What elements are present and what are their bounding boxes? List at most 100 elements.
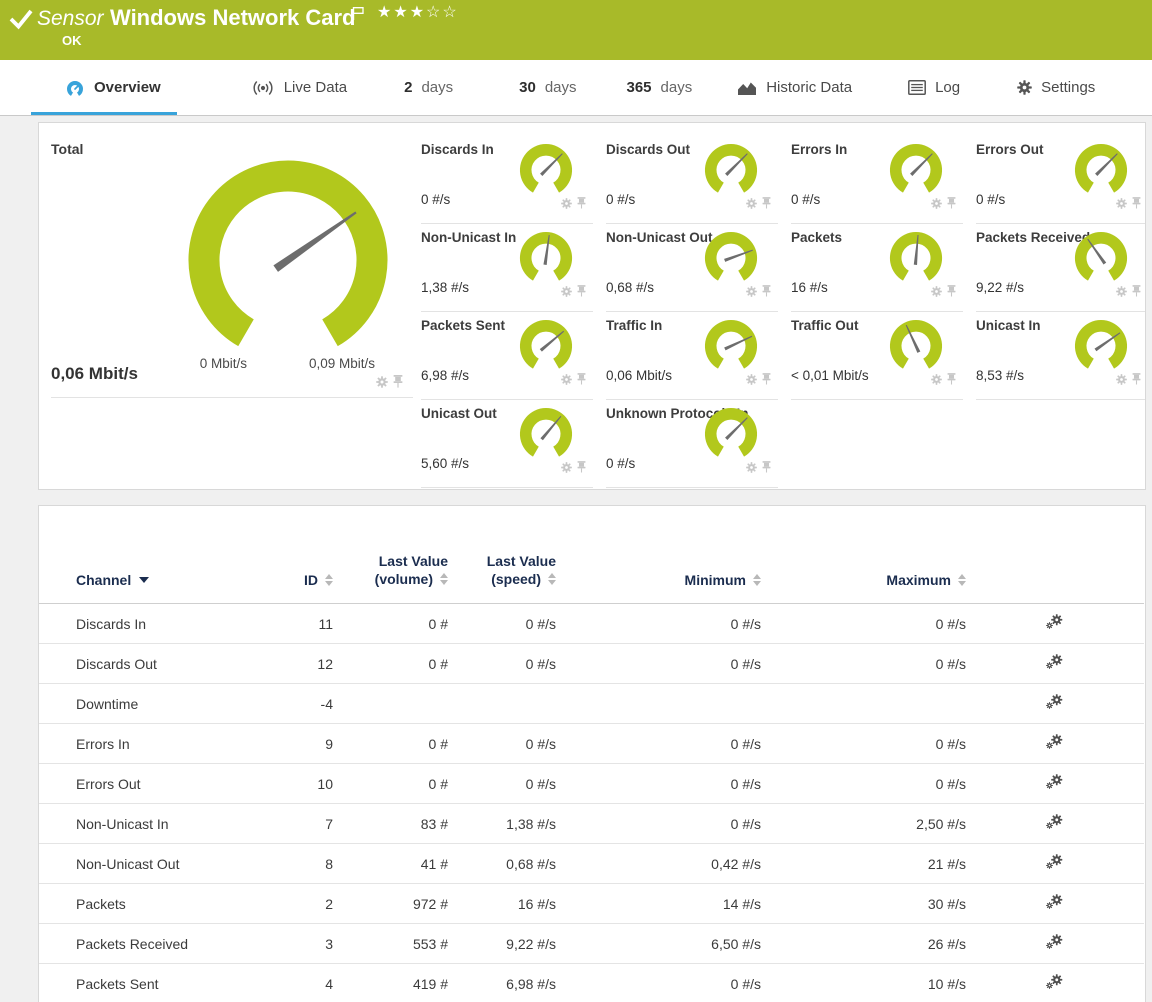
gauge-pin-icon[interactable] (762, 460, 771, 478)
channel-gauge-cell[interactable]: Discards Out 0 #/s (606, 135, 778, 224)
column-header-id[interactable]: ID (295, 506, 333, 604)
channel-gauge-cell[interactable]: Errors Out 0 #/s (976, 135, 1146, 224)
channel-gauge-cell[interactable]: Unicast Out 5,60 #/s (421, 399, 593, 488)
gauge-settings-gear-icon[interactable] (746, 372, 757, 390)
gauge-settings-gear-icon[interactable] (376, 375, 388, 393)
gauge-pin-icon[interactable] (1132, 196, 1141, 214)
channel-settings-gears-icon[interactable] (1046, 814, 1064, 830)
channel-gauge-cell[interactable]: Unicast In 8,53 #/s (976, 311, 1146, 400)
channel-settings-gears-icon[interactable] (1046, 734, 1064, 750)
column-header-channel[interactable]: Channel (39, 506, 295, 604)
flag-icon[interactable] (352, 6, 365, 26)
channel-gauge-cell[interactable]: Packets 16 #/s (791, 223, 963, 312)
gauge-pin-icon[interactable] (393, 375, 403, 393)
column-header-speed-line2: (speed) (491, 571, 541, 587)
tab-overview[interactable]: Overview (65, 60, 161, 115)
channel-settings-gears-icon[interactable] (1046, 974, 1064, 990)
gauge-pin-icon[interactable] (947, 372, 956, 390)
column-header-maximum[interactable]: Maximum (761, 506, 966, 604)
channel-gauge-cell[interactable]: Traffic In 0,06 Mbit/s (606, 311, 778, 400)
channel-gauge-value: 0,06 Mbit/s (606, 368, 672, 383)
total-gauge-cell[interactable]: Total 0 Mbit/s 0,09 Mbit/s 0,06 Mbit/s (51, 135, 413, 398)
channel-table-row[interactable]: Packets 2 972 # 16 #/s 14 #/s 30 #/s (39, 884, 1144, 924)
gauge-pin-icon[interactable] (1132, 372, 1141, 390)
gauge-settings-gear-icon[interactable] (746, 460, 757, 478)
gauge-settings-gear-icon[interactable] (746, 196, 757, 214)
tab-log[interactable]: Log (908, 60, 960, 115)
channel-gauge-cell[interactable]: Errors In 0 #/s (791, 135, 963, 224)
gauge-pin-icon[interactable] (947, 196, 956, 214)
channel-last-value-volume-cell: 419 # (333, 964, 448, 1002)
channel-name-cell: Non-Unicast Out (39, 844, 295, 884)
channel-table-row[interactable]: Packets Received 3 553 # 9,22 #/s 6,50 #… (39, 924, 1144, 964)
channel-gauge-cell[interactable]: Packets Received 9,22 #/s (976, 223, 1146, 312)
log-icon (908, 80, 926, 95)
tab-2-days[interactable]: 2 days (404, 60, 453, 115)
gauge-settings-gear-icon[interactable] (931, 372, 942, 390)
tab-365-days[interactable]: 365 days (627, 60, 693, 115)
tab-settings[interactable]: Settings (1017, 60, 1095, 115)
tab-live-data[interactable]: Live Data (251, 60, 347, 115)
channel-gauge-value: 5,60 #/s (421, 456, 469, 471)
channel-settings-gears-icon[interactable] (1046, 894, 1064, 910)
channel-gauge-cell[interactable]: Non-Unicast In 1,38 #/s (421, 223, 593, 312)
channel-table-row[interactable]: Errors In 9 0 # 0 #/s 0 #/s 0 #/s (39, 724, 1144, 764)
column-header-last-value-volume[interactable]: Last Value (volume) (333, 506, 448, 604)
total-gauge-value: 0,06 Mbit/s (51, 364, 138, 384)
tab-historic-data[interactable]: Historic Data (737, 60, 852, 115)
gauge-settings-gear-icon[interactable] (1116, 372, 1127, 390)
channel-last-value-speed-cell (448, 684, 556, 724)
channel-settings-gears-icon[interactable] (1046, 694, 1064, 710)
gauge-settings-gear-icon[interactable] (931, 196, 942, 214)
channel-table-row[interactable]: Downtime -4 (39, 684, 1144, 724)
channel-table-row[interactable]: Non-Unicast In 7 83 # 1,38 #/s 0 #/s 2,5… (39, 804, 1144, 844)
channel-id-cell: 8 (295, 844, 333, 884)
gauge-pin-icon[interactable] (947, 284, 956, 302)
channel-table-row[interactable]: Discards Out 12 0 # 0 #/s 0 #/s 0 #/s (39, 644, 1144, 684)
channel-table-row[interactable]: Non-Unicast Out 8 41 # 0,68 #/s 0,42 #/s… (39, 844, 1144, 884)
channel-settings-gears-icon[interactable] (1046, 854, 1064, 870)
channel-gauge-cell[interactable]: Packets Sent 6,98 #/s (421, 311, 593, 400)
channel-table-row[interactable]: Discards In 11 0 # 0 #/s 0 #/s 0 #/s (39, 604, 1144, 644)
tab-30-days[interactable]: 30 days (519, 60, 576, 115)
gauge-pin-icon[interactable] (577, 460, 586, 478)
channel-table-row[interactable]: Packets Sent 4 419 # 6,98 #/s 0 #/s 10 #… (39, 964, 1144, 1002)
gauge-pin-icon[interactable] (762, 284, 771, 302)
channel-gauge-value: 0 #/s (791, 192, 820, 207)
channel-last-value-volume-cell: 83 # (333, 804, 448, 844)
channel-settings-gears-icon[interactable] (1046, 654, 1064, 670)
channel-gauge-cell[interactable]: Unknown Protocols In 0 #/s (606, 399, 778, 488)
gauge-pin-icon[interactable] (1132, 284, 1141, 302)
column-header-minimum[interactable]: Minimum (556, 506, 761, 604)
channel-settings-gears-icon[interactable] (1046, 934, 1064, 950)
channel-id-cell: 4 (295, 964, 333, 1002)
channel-settings-gears-icon[interactable] (1046, 614, 1064, 630)
gauge-pin-icon[interactable] (762, 196, 771, 214)
channel-settings-gears-icon[interactable] (1046, 774, 1064, 790)
gauge-settings-gear-icon[interactable] (1116, 196, 1127, 214)
gauge-pin-icon[interactable] (577, 372, 586, 390)
channel-gauge-cell[interactable]: Non-Unicast Out 0,68 #/s (606, 223, 778, 312)
gauge-settings-gear-icon[interactable] (561, 196, 572, 214)
gauge-settings-gear-icon[interactable] (931, 284, 942, 302)
channel-last-value-volume-cell: 553 # (333, 924, 448, 964)
gauge-pin-icon[interactable] (577, 284, 586, 302)
gauge-settings-gear-icon[interactable] (561, 372, 572, 390)
gauge-settings-gear-icon[interactable] (561, 284, 572, 302)
priority-stars[interactable]: ★★★☆☆ (377, 2, 459, 22)
channel-last-value-speed-cell: 0 #/s (448, 604, 556, 644)
gauge-settings-gear-icon[interactable] (746, 284, 757, 302)
channel-gauge-cell[interactable]: Traffic Out < 0,01 Mbit/s (791, 311, 963, 400)
gauge-pin-icon[interactable] (762, 372, 771, 390)
gauge-settings-gear-icon[interactable] (561, 460, 572, 478)
gauge-pin-icon[interactable] (577, 196, 586, 214)
channel-gauge-cell[interactable]: Discards In 0 #/s (421, 135, 593, 224)
channel-last-value-speed-cell: 16 #/s (448, 884, 556, 924)
channel-id-cell: 10 (295, 764, 333, 804)
gauge-settings-gear-icon[interactable] (1116, 284, 1127, 302)
gauges-panel: Total 0 Mbit/s 0,09 Mbit/s 0,06 Mbit/s D… (38, 122, 1146, 490)
channel-name-cell: Packets Sent (39, 964, 295, 1002)
channel-gauge-value: < 0,01 Mbit/s (791, 368, 869, 383)
channel-table-row[interactable]: Errors Out 10 0 # 0 #/s 0 #/s 0 #/s (39, 764, 1144, 804)
column-header-last-value-speed[interactable]: Last Value (speed) (448, 506, 556, 604)
